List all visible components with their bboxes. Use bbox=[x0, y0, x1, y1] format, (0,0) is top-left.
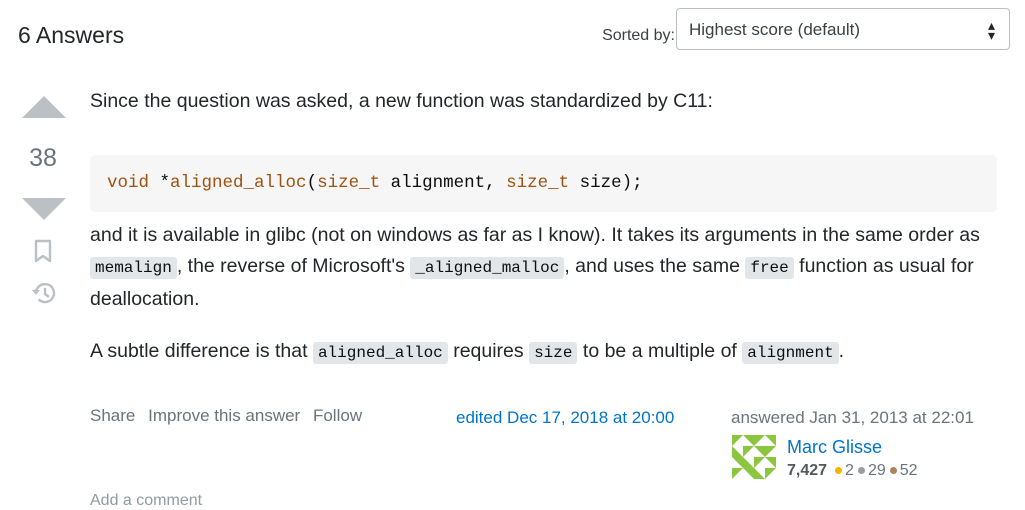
code-function-name: aligned_alloc bbox=[170, 172, 307, 193]
answers-count: 6 Answers bbox=[18, 22, 125, 48]
code-text: * bbox=[149, 172, 171, 193]
code-text: size); bbox=[569, 172, 643, 193]
silver-badge-count: 29 bbox=[867, 462, 886, 479]
sort-select[interactable]: Highest score (default) ▴ ▾ bbox=[676, 8, 1010, 50]
answered-timestamp: answered Jan 31, 2013 at 22:01 bbox=[731, 408, 974, 427]
bronze-badge-icon bbox=[889, 466, 897, 474]
text: A subtle difference is that bbox=[90, 340, 313, 362]
sort-select-value: Highest score (default) bbox=[689, 20, 861, 39]
inline-code: free bbox=[745, 257, 794, 279]
share-link[interactable]: Share bbox=[90, 406, 135, 425]
answer-paragraph-1: Since the question was asked, a new func… bbox=[90, 90, 713, 112]
reputation-score: 7,427 bbox=[787, 462, 828, 479]
avatar[interactable] bbox=[732, 435, 776, 479]
answers-header: 6 Answers Sorted by: Highest score (defa… bbox=[18, 8, 1017, 52]
improve-answer-link[interactable]: Improve this answer bbox=[148, 406, 300, 425]
code-type: size_t bbox=[317, 172, 381, 193]
inline-code: memalign bbox=[90, 257, 177, 279]
code-text: alignment, bbox=[380, 172, 507, 193]
inline-code: size bbox=[529, 342, 578, 364]
vote-count: 38 bbox=[29, 144, 57, 172]
text: and it is available in glibc (not on win… bbox=[90, 224, 980, 246]
bronze-badge-count: 52 bbox=[899, 462, 918, 479]
text: requires bbox=[447, 340, 530, 362]
code-keyword: void bbox=[107, 172, 150, 193]
sort-label: Sorted by: bbox=[602, 27, 675, 44]
code-type: size_t bbox=[506, 172, 570, 193]
downvote-button[interactable] bbox=[22, 198, 66, 220]
inline-code: _aligned_malloc bbox=[410, 257, 565, 279]
gold-badge-count: 2 bbox=[845, 462, 854, 479]
code-text: ( bbox=[306, 172, 318, 193]
text: , and uses the same bbox=[564, 255, 746, 277]
text: to be a multiple of bbox=[577, 340, 743, 362]
bookmark-icon[interactable] bbox=[33, 239, 53, 268]
inline-code: aligned_alloc bbox=[312, 342, 448, 364]
post-menu: Share Improve this answer Follow bbox=[90, 406, 370, 426]
add-comment-link[interactable]: Add a comment bbox=[90, 492, 202, 510]
follow-link[interactable]: Follow bbox=[313, 406, 362, 425]
text: . bbox=[838, 340, 845, 362]
history-icon[interactable] bbox=[31, 281, 57, 310]
user-stats: 7,427 2 29 52 bbox=[787, 462, 918, 480]
silver-badge-icon bbox=[857, 466, 865, 474]
edited-link[interactable]: edited Dec 17, 2018 at 20:00 bbox=[456, 408, 674, 428]
text: , the reverse of Microsoft's bbox=[176, 255, 411, 277]
upvote-button[interactable] bbox=[22, 96, 66, 118]
gold-badge-icon bbox=[835, 466, 843, 474]
answer-paragraph-2: and it is available in glibc (not on win… bbox=[90, 220, 997, 315]
code-block: void *aligned_alloc(size_t alignment, si… bbox=[90, 154, 997, 212]
answer-paragraph-3: A subtle difference is that aligned_allo… bbox=[90, 336, 844, 369]
inline-code: alignment bbox=[742, 342, 839, 364]
sort-caret-icon: ▴ ▾ bbox=[987, 17, 995, 43]
user-name-link[interactable]: Marc Glisse bbox=[787, 437, 882, 458]
